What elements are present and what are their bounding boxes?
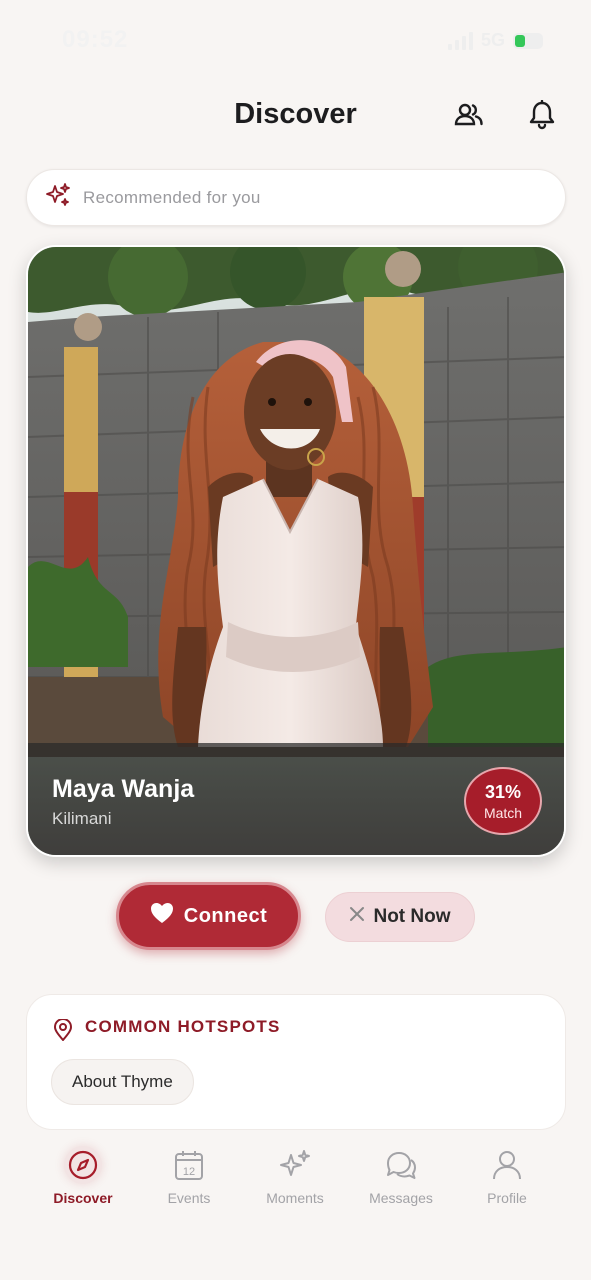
- tab-events[interactable]: 12 Events: [139, 1146, 239, 1206]
- chat-bubbles-icon: [382, 1146, 420, 1184]
- status-bar: 09:52 5G: [0, 0, 591, 80]
- recommended-label: Recommended for you: [83, 187, 261, 207]
- match-percent: 31%: [484, 781, 522, 802]
- status-indicators: 5G: [447, 30, 543, 51]
- tab-label: Profile: [487, 1190, 527, 1206]
- connect-button[interactable]: Connect: [116, 882, 301, 950]
- page-title: Discover: [234, 98, 357, 130]
- bell-icon[interactable]: [525, 98, 559, 132]
- network-label: 5G: [480, 30, 505, 50]
- tab-profile[interactable]: Profile: [457, 1146, 557, 1206]
- tab-bar: Discover 12 Events Moments Messages Prof…: [0, 1130, 591, 1280]
- not-now-label: Not Now: [373, 906, 451, 927]
- match-label: Match: [483, 804, 523, 821]
- status-time: 09:52: [62, 26, 129, 53]
- profile-name: Maya Wanja: [52, 775, 195, 803]
- battery-icon: [513, 32, 543, 49]
- connect-label: Connect: [183, 904, 268, 927]
- recommended-bar[interactable]: Recommended for you: [26, 169, 566, 226]
- tab-label: Discover: [53, 1190, 113, 1206]
- profile-card[interactable]: Maya Wanja Kilimani 31% Match: [26, 245, 566, 857]
- hotspots-card: COMMON HOTSPOTS About Thyme: [26, 994, 566, 1130]
- tab-discover[interactable]: Discover: [33, 1146, 133, 1206]
- hotspot-chip-label: About Thyme: [72, 1072, 173, 1091]
- calendar-day: 12: [183, 1166, 195, 1178]
- hotspots-title: COMMON HOTSPOTS: [85, 1017, 281, 1036]
- header: Discover: [0, 88, 591, 144]
- heart-icon: [150, 902, 174, 930]
- not-now-button[interactable]: Not Now: [325, 892, 475, 942]
- tab-label: Moments: [266, 1190, 324, 1206]
- profile-location: Kilimani: [52, 809, 112, 828]
- tab-moments[interactable]: Moments: [245, 1146, 345, 1206]
- match-badge: 31% Match: [464, 767, 542, 835]
- people-icon[interactable]: [452, 98, 486, 132]
- hotspot-chip[interactable]: About Thyme: [51, 1059, 194, 1105]
- sparkles-icon: [276, 1146, 314, 1184]
- location-pin-icon: [53, 1018, 73, 1046]
- tab-messages[interactable]: Messages: [351, 1146, 451, 1206]
- calendar-icon: 12: [170, 1146, 208, 1184]
- compass-icon: [64, 1146, 102, 1184]
- sparkles-icon: [45, 182, 71, 213]
- person-icon: [488, 1146, 526, 1184]
- signal-icon: [447, 31, 473, 50]
- tab-label: Messages: [369, 1190, 433, 1206]
- close-icon: [349, 906, 365, 928]
- tab-label: Events: [167, 1190, 211, 1206]
